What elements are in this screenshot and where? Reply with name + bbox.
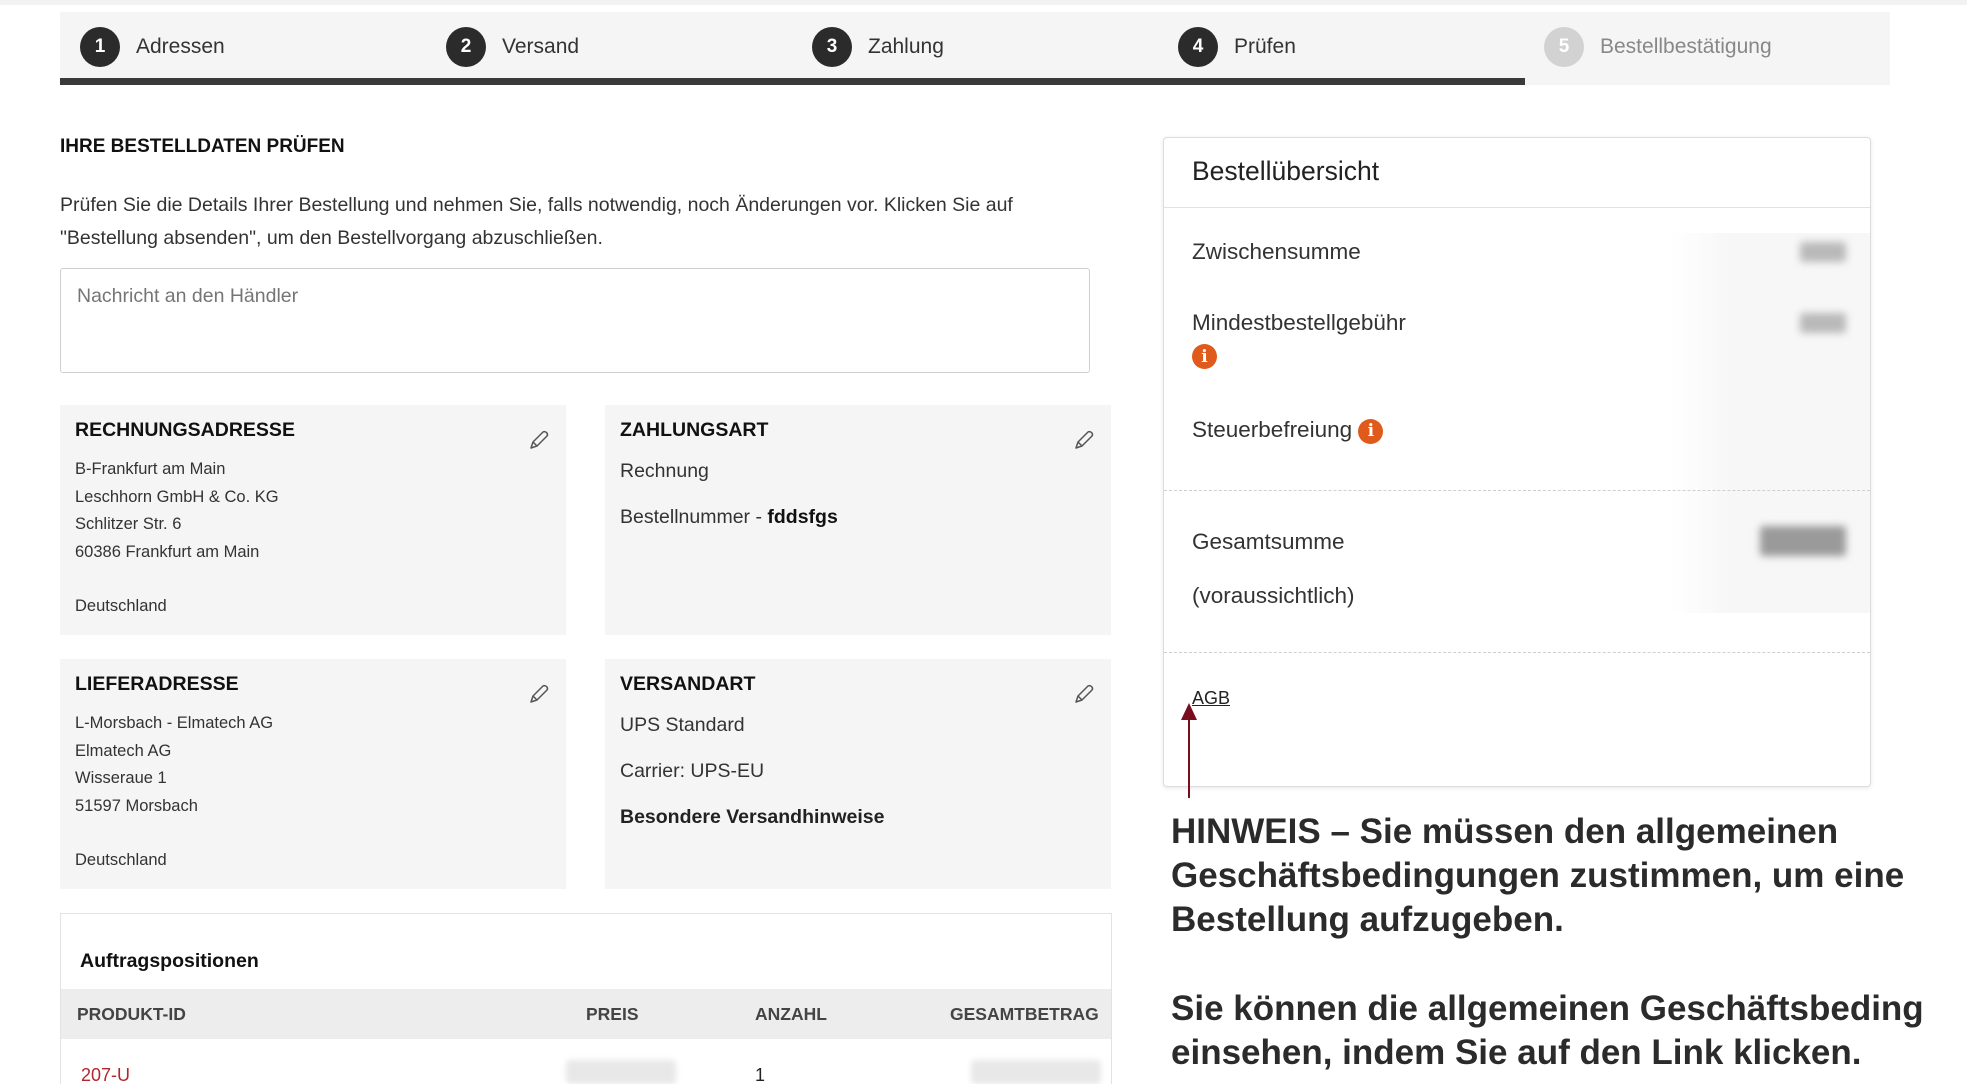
subtotal-label: Zwischensumme [1192, 239, 1361, 264]
column-header-quantity: ANZAHL [755, 1004, 827, 1024]
card-title: LIEFERADRESSE [75, 673, 239, 695]
order-items-table: Auftragspositionen PRODUKT-ID PREIS ANZA… [60, 913, 1112, 1084]
page-title: IHRE BESTELLDATEN PRÜFEN [60, 136, 345, 157]
divider [1164, 652, 1870, 653]
table-header: PRODUKT-ID PREIS ANZAHL GESAMTBETRAG [61, 989, 1111, 1039]
address-line: B-Frankfurt am Main [75, 460, 226, 478]
step-versand[interactable]: 2 Versand [446, 26, 579, 68]
step-adressen[interactable]: 1 Adressen [80, 26, 225, 68]
address-line: Elmatech AG [75, 741, 172, 760]
annotation-arrow-head [1181, 703, 1197, 720]
divider [1164, 207, 1870, 208]
step-label: Adressen [136, 35, 225, 58]
column-header-total: GESAMTBETRAG [950, 1004, 1099, 1024]
step-number: 2 [446, 27, 486, 67]
address-line: L-Morsbach - Elmatech AG [75, 714, 274, 732]
min-fee-label: Mindestbestellgebühr [1192, 310, 1406, 335]
top-border [0, 0, 1967, 5]
order-number-value: fddsfgs [767, 506, 838, 528]
checkout-stepper: 1 Adressen 2 Versand 3 Zahlung 4 Prüfen … [60, 12, 1890, 85]
min-fee-value-redacted [1800, 313, 1846, 333]
address-line: 60386 Frankfurt am Main [75, 542, 260, 561]
annotation-note-line: Bestellung aufzugeben. [1171, 900, 1564, 939]
product-id-link[interactable]: 207-U [81, 1065, 130, 1084]
step-label: Zahlung [868, 35, 944, 58]
card-title: VERSANDART [620, 673, 756, 695]
total-value-redacted [971, 1060, 1101, 1084]
merchant-message-input[interactable] [60, 268, 1090, 373]
annotation-note-line: einsehen, indem Sie auf den Link klicken… [1171, 1033, 1862, 1072]
step-number: 3 [812, 27, 852, 67]
edit-billing-button[interactable] [524, 425, 554, 455]
address-line: Leschhorn GmbH & Co. KG [75, 487, 279, 506]
edit-shipping-method-button[interactable] [1069, 679, 1099, 709]
shipping-method: UPS Standard [620, 714, 745, 736]
pencil-icon [530, 430, 549, 449]
card-title: RECHNUNGSADRESSE [75, 419, 295, 441]
step-number: 4 [1178, 27, 1218, 67]
tax-exemption-info-icon[interactable]: i [1358, 418, 1384, 444]
address-line: Schlitzer Str. 6 [75, 515, 182, 533]
shipping-carrier: Carrier: UPS-EU [620, 760, 765, 782]
step-label: Bestellbestätigung [1600, 35, 1772, 58]
intro-text: Prüfen Sie die Details Ihrer Bestellung … [60, 194, 1013, 249]
step-zahlung[interactable]: 3 Zahlung [812, 26, 944, 68]
address-country: Deutschland [75, 851, 167, 869]
step-number: 1 [80, 27, 120, 67]
step-pruefen[interactable]: 4 Prüfen [1178, 26, 1296, 68]
shipping-address-card: LIEFERADRESSE L-Morsbach - Elmatech AG E… [60, 659, 566, 889]
payment-method: Rechnung [620, 460, 709, 482]
order-number-label: Bestellnummer - [620, 506, 768, 528]
total-value-redacted [1760, 526, 1846, 556]
agb-link[interactable]: AGB [1192, 688, 1230, 709]
annotation-note-line: HINWEIS – Sie müssen den allgemeinen [1171, 812, 1839, 851]
address-country: Deutschland [75, 597, 167, 615]
pencil-icon [530, 684, 549, 703]
summary-title: Bestellübersicht [1192, 156, 1380, 186]
order-number: Bestellnummer - fddsfgs [620, 502, 1096, 532]
summary-value-shade [1670, 233, 1870, 613]
payment-card: ZAHLUNGSART Rechnung Bestellnummer - fdd… [605, 405, 1111, 635]
annotation-note-line: Geschäftsbedingungen zustimmen, um eine [1171, 856, 1905, 895]
step-label: Versand [502, 35, 580, 58]
edit-payment-button[interactable] [1069, 425, 1099, 455]
column-header-product-id: PRODUKT-ID [77, 1004, 186, 1024]
annotation-arrow [1188, 710, 1190, 798]
price-value-redacted [566, 1060, 676, 1084]
address-line: Wisseraue 1 [75, 769, 167, 787]
items-title: Auftragspositionen [80, 950, 259, 972]
order-summary-panel: Bestellübersicht Zwischensumme Mindestbe… [1163, 137, 1871, 787]
pencil-icon [1075, 430, 1094, 449]
total-sub-label: (voraussichtlich) [1192, 583, 1355, 608]
total-label: Gesamtsumme [1192, 529, 1345, 554]
subtotal-value-redacted [1800, 242, 1846, 262]
step-bestellbestaetigung: 5 Bestellbestätigung [1544, 26, 1772, 68]
step-number: 5 [1544, 27, 1584, 67]
tax-exemption-text: Steuerbefreiung [1192, 417, 1353, 442]
min-fee-info-icon[interactable]: i [1192, 344, 1217, 369]
shipping-method-card: VERSANDART UPS Standard Carrier: UPS-EU … [605, 659, 1111, 889]
column-header-price: PREIS [586, 1004, 639, 1024]
address-line: 51597 Morsbach [75, 796, 198, 815]
divider [1164, 490, 1870, 491]
step-label: Prüfen [1234, 35, 1296, 58]
pencil-icon [1075, 684, 1094, 703]
quantity-value: 1 [755, 1065, 766, 1084]
tax-exemption-label: Steuerbefreiung i [1192, 417, 1384, 444]
shipping-notes-link[interactable]: Besondere Versandhinweise [620, 802, 1096, 832]
card-title: ZAHLUNGSART [620, 419, 769, 441]
step-progress-bar [60, 78, 1525, 85]
billing-address-card: RECHNUNGSADRESSE B-Frankfurt am Main Les… [60, 405, 566, 635]
annotation-note-line: Sie können die allgemeinen Geschäftsbedi… [1171, 989, 1924, 1028]
edit-shipping-address-button[interactable] [524, 679, 554, 709]
